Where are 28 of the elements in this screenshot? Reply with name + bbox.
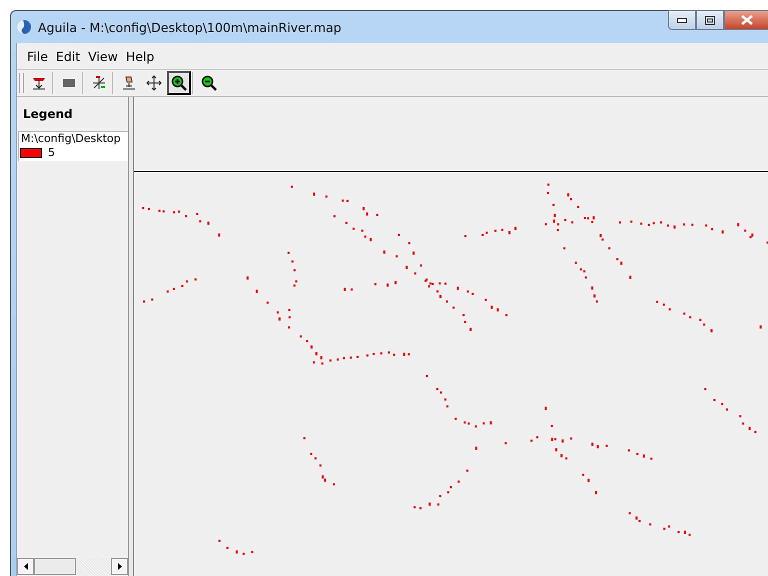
restore-icon: [705, 16, 715, 24]
menu-item[interactable]: Edit: [52, 48, 84, 64]
left-arrow-icon: [24, 563, 28, 570]
minimize-icon: [677, 17, 687, 23]
legend-value: 5: [48, 146, 55, 159]
layer-path: M:\config\Desktop: [20, 132, 122, 145]
zoom-out-icon: [201, 75, 217, 91]
menu-item[interactable]: View: [84, 48, 122, 64]
horizontal-scrollbar[interactable]: [17, 558, 128, 575]
layers-icon: [31, 75, 47, 91]
scroll-left-button[interactable]: [17, 558, 34, 575]
hand-icon: [121, 75, 137, 91]
zoom-in-icon: [171, 75, 187, 91]
scroll-thumb[interactable]: [34, 558, 76, 575]
move-icon: [146, 75, 162, 91]
maximize-button[interactable]: [696, 10, 724, 30]
right-arrow-icon: [118, 563, 122, 570]
menu-item[interactable]: Help: [122, 48, 158, 64]
menu-item[interactable]: File: [23, 48, 52, 64]
legend-title: Legend: [23, 107, 74, 121]
close-icon: [741, 15, 753, 25]
globe-icon: [16, 19, 32, 35]
scroll-right-button[interactable]: [111, 558, 128, 575]
minimize-button[interactable]: [668, 10, 696, 30]
toolbar-button[interactable]: [167, 71, 191, 95]
window-title: Aguila - M:\config\Desktop\100m\mainRiver.map: [38, 20, 342, 34]
close-button[interactable]: [724, 10, 768, 30]
crosshair-icon: [91, 75, 107, 91]
